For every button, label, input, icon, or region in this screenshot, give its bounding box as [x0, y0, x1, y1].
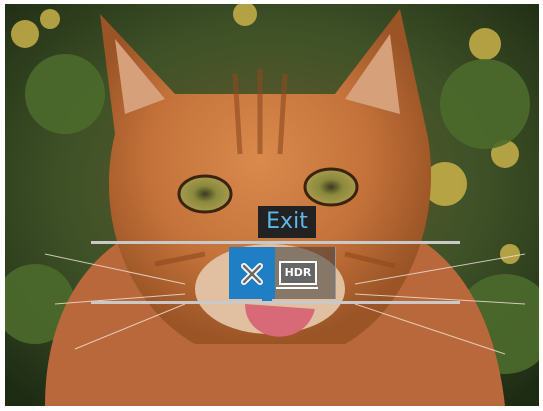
exit-option[interactable] — [229, 247, 275, 301]
mode-menu: HDR — [229, 247, 336, 301]
hdr-option[interactable]: HDR — [275, 247, 335, 299]
exit-tooltip: Exit — [258, 206, 316, 238]
hdr-icon: HDR — [276, 261, 318, 289]
selection-caret — [262, 297, 272, 301]
close-icon — [241, 263, 263, 285]
menu-top-rule — [91, 241, 460, 244]
camera-screen: Exit HDR — [0, 0, 543, 411]
menu-bottom-rule — [91, 301, 460, 304]
live-view-photo — [5, 4, 539, 406]
